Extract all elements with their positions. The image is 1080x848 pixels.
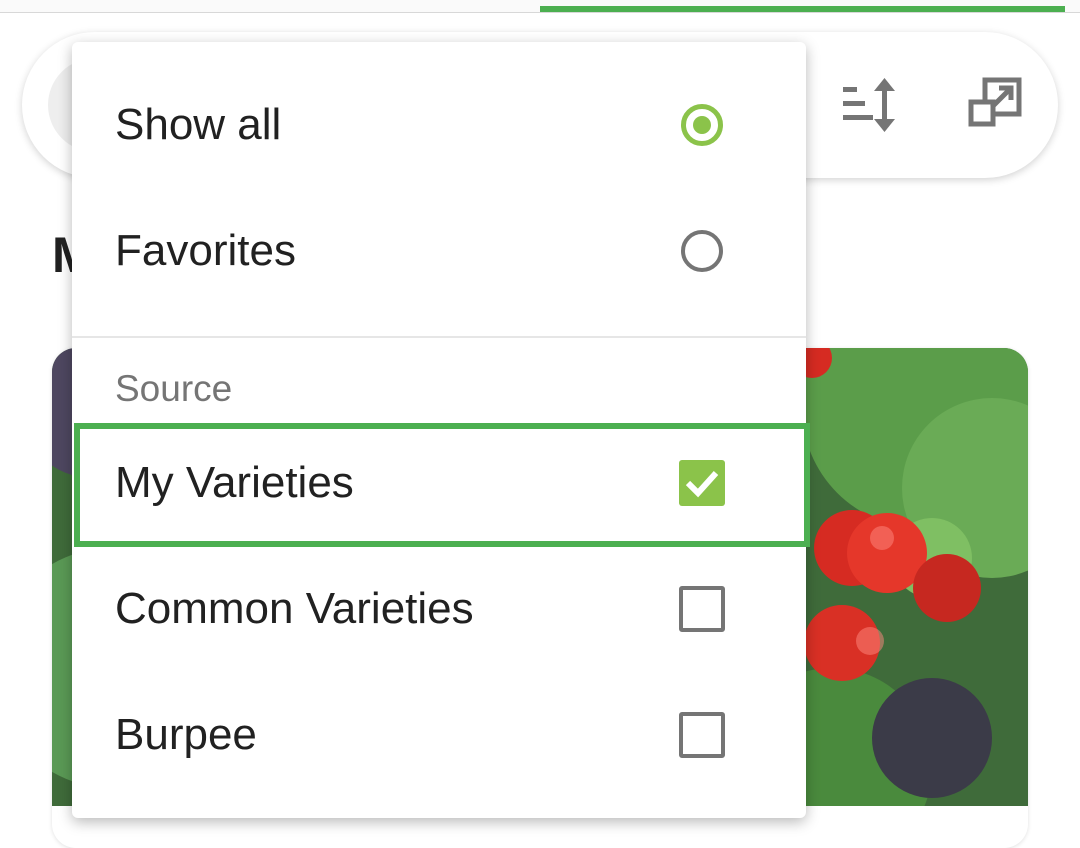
checkbox-my-varieties[interactable]: [676, 457, 728, 509]
check-icon: [685, 470, 719, 498]
menu-item-my-varieties[interactable]: My Varieties: [72, 420, 806, 546]
menu-item-label: My Varieties: [115, 458, 354, 507]
menu-section-label: Source: [115, 368, 233, 409]
menu-item-label: Burpee: [115, 710, 257, 759]
menu-item-burpee[interactable]: Burpee: [72, 672, 806, 798]
menu-item-favorites[interactable]: Favorites: [72, 188, 806, 314]
sort-button[interactable]: [824, 60, 914, 150]
sort-icon: [843, 78, 895, 132]
menu-item-common-varieties[interactable]: Common Varieties: [72, 546, 806, 672]
expand-button[interactable]: [950, 60, 1040, 150]
radio-button-favorites[interactable]: [676, 225, 728, 277]
menu-item-show-all[interactable]: Show all: [72, 62, 806, 188]
menu-item-label: Favorites: [115, 226, 296, 275]
filter-menu: Show all Favorites Source My Varieties C…: [72, 42, 810, 818]
checkbox-common-varieties[interactable]: [676, 583, 728, 635]
menu-item-label: Show all: [115, 100, 282, 149]
radio-button-show-all[interactable]: [676, 99, 728, 151]
menu-divider: [72, 336, 806, 338]
menu-item-label: Common Varieties: [115, 584, 474, 633]
active-tab-indicator: [540, 6, 1065, 12]
checkbox-burpee[interactable]: [676, 709, 728, 761]
open-in-new-window-icon: [968, 77, 1022, 127]
